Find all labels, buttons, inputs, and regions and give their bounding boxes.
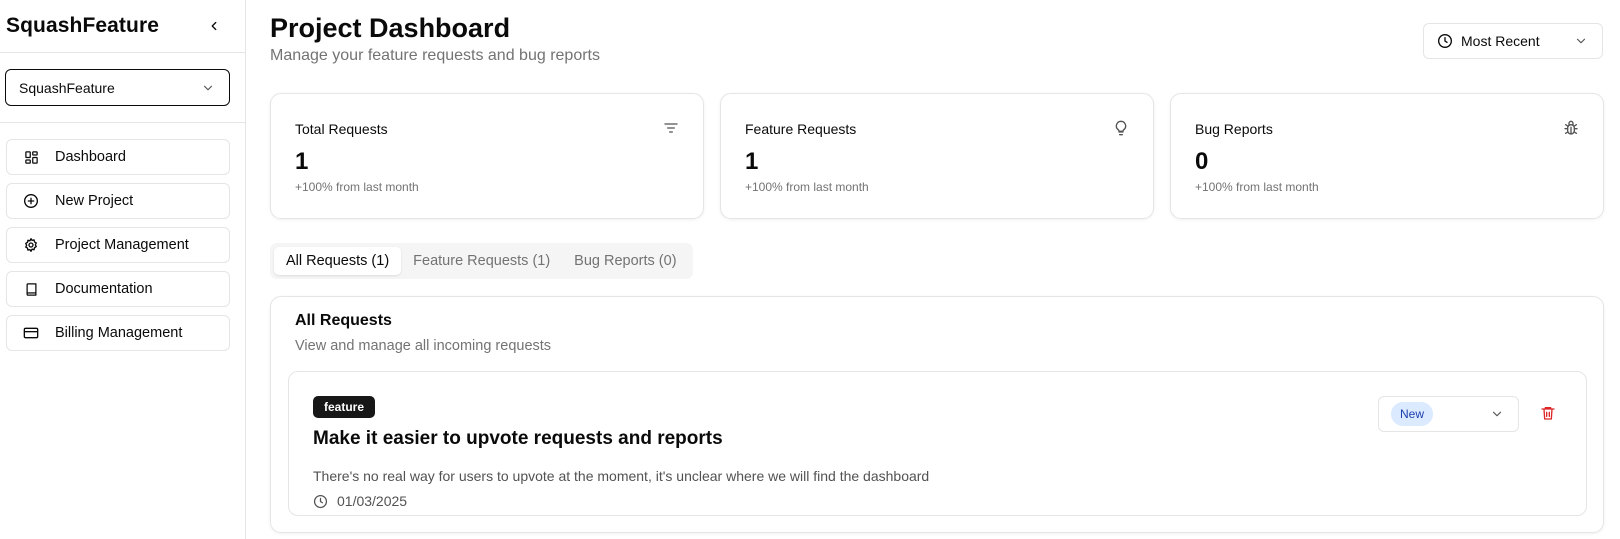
stat-card-total-requests: Total Requests 1 +100% from last month [270,93,704,219]
collapse-sidebar-button[interactable] [205,17,223,35]
sidebar-item-documentation[interactable]: Documentation [6,271,230,307]
chevron-left-icon [211,21,217,31]
brand-name: SquashFeature [6,14,160,37]
book-icon [23,281,39,297]
stat-value: 1 [745,148,759,175]
stat-title: Feature Requests [745,121,857,137]
request-card: feature Make it easier to upvote request… [288,371,1587,516]
sidebar-item-new-project[interactable]: New Project [6,183,230,219]
stat-title: Bug Reports [1195,121,1273,137]
sidebar-item-label: New Project [55,193,134,209]
main-content: Project Dashboard Manage your feature re… [246,0,1620,539]
sidebar-header: SquashFeature [0,0,245,53]
sidebar-nav: Dashboard New Project Project Management… [0,123,245,351]
stat-value: 0 [1195,148,1209,175]
sidebar-item-dashboard[interactable]: Dashboard [6,139,230,175]
lightbulb-icon [1113,120,1129,136]
request-title: Make it easier to upvote requests and re… [313,428,723,449]
chevron-down-icon [1492,411,1502,417]
gear-icon [23,237,39,253]
sidebar-item-billing-management[interactable]: Billing Management [6,315,230,351]
project-select[interactable]: SquashFeature [5,69,230,106]
stat-card-feature-requests: Feature Requests 1 +100% from last month [720,93,1154,219]
sidebar-item-label: Dashboard [55,149,126,165]
project-select-container: SquashFeature [0,53,245,123]
clock-icon [313,494,328,509]
panel-description: View and manage all incoming requests [295,338,552,354]
stat-title: Total Requests [295,121,388,137]
request-tabs: All Requests (1) Feature Requests (1) Bu… [270,243,693,279]
tab-bug-reports[interactable]: Bug Reports (0) [562,247,688,275]
sort-select-value: Most Recent [1461,33,1540,49]
sidebar-item-label: Documentation [55,281,153,297]
request-date-value: 01/03/2025 [337,493,408,509]
requests-panel: All Requests View and manage all incomin… [270,296,1604,533]
sort-select[interactable]: Most Recent [1423,23,1603,59]
delete-request-button[interactable] [1540,405,1558,423]
status-badge: New [1391,402,1434,426]
page-subtitle: Manage your feature requests and bug rep… [270,47,600,64]
page-title: Project Dashboard [270,13,511,43]
chevron-down-icon [203,85,213,90]
request-description: There's no real way for users to upvote … [313,468,930,484]
tab-feature-requests[interactable]: Feature Requests (1) [401,247,562,275]
request-type-badge: feature [313,396,376,418]
sidebar: SquashFeature SquashFeature Dashboard Ne… [0,0,246,539]
clock-icon [1437,33,1453,49]
chevron-down-icon [1576,38,1586,44]
sidebar-item-label: Project Management [55,237,189,253]
request-date: 01/03/2025 [313,493,407,509]
status-select[interactable]: New [1378,396,1519,432]
project-select-value: SquashFeature [19,79,115,96]
sidebar-item-label: Billing Management [55,325,183,341]
stat-card-bug-reports: Bug Reports 0 +100% from last month [1170,93,1604,219]
plus-circle-icon [23,193,39,209]
trash-icon [1541,407,1555,420]
tab-all-requests[interactable]: All Requests (1) [274,247,402,275]
filter-icon [663,120,679,136]
stat-change: +100% from last month [295,180,419,194]
sidebar-item-project-management[interactable]: Project Management [6,227,230,263]
bug-icon [1563,120,1579,136]
layout-dashboard-icon [23,149,39,165]
stat-value: 1 [295,148,309,175]
stat-change: +100% from last month [745,180,869,194]
credit-card-icon [23,325,39,341]
stat-change: +100% from last month [1195,180,1319,194]
panel-title: All Requests [295,312,392,329]
